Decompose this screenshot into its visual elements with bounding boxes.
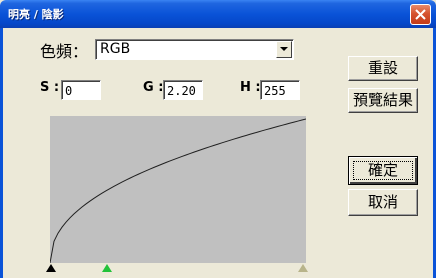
title-bar[interactable]: 明亮 / 陰影 — [0, 0, 436, 28]
cancel-button[interactable]: 取消 — [348, 189, 418, 216]
curve-graph[interactable] — [50, 116, 306, 263]
channel-select[interactable]: RGB — [95, 39, 294, 60]
preview-button[interactable]: 預覽結果 — [348, 88, 418, 113]
graph-background — [50, 116, 306, 263]
ok-button[interactable]: 確定 — [348, 156, 418, 185]
close-button[interactable] — [410, 4, 431, 25]
highlight-marker[interactable] — [297, 263, 309, 273]
focus-rect — [353, 161, 413, 180]
channel-select-value: RGB — [100, 41, 131, 57]
window-title: 明亮 / 陰影 — [8, 8, 64, 21]
highlight-label: H : — [240, 80, 261, 95]
gamma-marker[interactable] — [101, 263, 113, 273]
gamma-field[interactable]: 2.20 — [163, 80, 203, 100]
close-icon — [415, 9, 426, 20]
gamma-label: G : — [143, 80, 164, 95]
chevron-down-icon — [280, 47, 288, 51]
dropdown-button[interactable] — [276, 41, 292, 58]
highlight-field[interactable]: 255 — [260, 80, 300, 100]
reset-button[interactable]: 重設 — [348, 56, 418, 81]
shadow-label: S : — [40, 80, 60, 95]
shadow-marker[interactable] — [45, 263, 57, 273]
channel-label: 色頻： — [40, 42, 89, 61]
shadow-field[interactable]: 0 — [61, 80, 101, 100]
